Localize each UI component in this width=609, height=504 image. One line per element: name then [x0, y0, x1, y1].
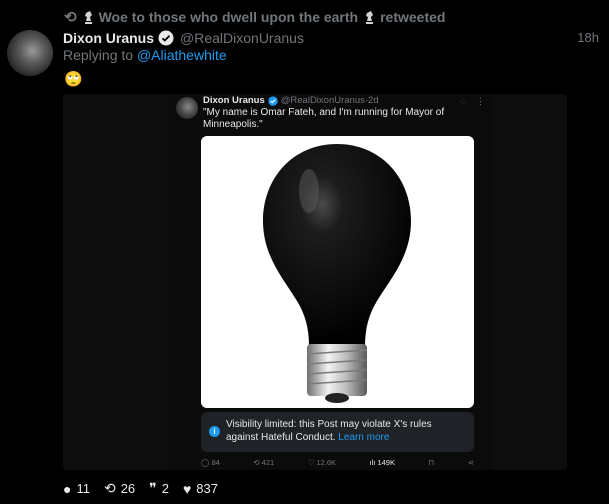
retweet-button[interactable]: ⟲ 26 — [104, 480, 135, 497]
reply-button[interactable]: ● 11 — [63, 481, 90, 497]
quote-button[interactable]: ❞ 2 — [149, 480, 169, 497]
verified-badge-icon — [268, 95, 278, 106]
heart-icon: ♥ — [182, 480, 192, 497]
more-icon: ⋮ — [476, 96, 485, 106]
chess-knight-icon — [366, 11, 374, 24]
quoted-like: ♡ 12.6K — [308, 458, 336, 467]
quoted-display-name: Dixon Uranus — [203, 95, 265, 106]
tweet-body: 🙄 — [64, 71, 83, 88]
retweeted-label: retweeted — [380, 9, 446, 25]
retweet-count: 26 — [120, 481, 136, 496]
avatar — [176, 97, 198, 119]
retweet-banner: ⟲ Woe to those who dwell upon the earth … — [64, 7, 445, 27]
quoted-retweet-count: 421 — [261, 458, 275, 467]
replying-prefix: Replying to — [63, 47, 134, 63]
like-count: 837 — [196, 481, 218, 496]
learn-more-link[interactable]: Learn more — [338, 432, 389, 443]
visibility-text: Visibility limited: this Post may violat… — [226, 419, 432, 443]
quoted-header-icons: ◌ ⋮ — [461, 96, 485, 107]
quoted-retweet: ⟲ 421 — [253, 458, 274, 467]
light-bulb-graphic — [263, 144, 411, 403]
reply-icon: ● — [63, 480, 72, 497]
handle[interactable]: @RealDixonUranus — [180, 30, 304, 46]
quoted-text: "My name is Omar Fateh, and I'm running … — [203, 107, 445, 130]
info-icon: i — [209, 426, 220, 437]
action-bar: ● 11 ⟲ 26 ❞ 2 ♥ 837 — [63, 480, 218, 497]
grok-icon: ◌ — [460, 96, 466, 106]
quoted-like-count: 12.6K — [316, 458, 337, 467]
quoted-views: ılı 149K — [370, 458, 395, 467]
timestamp[interactable]: 18h — [577, 30, 599, 45]
reply-icon: ◯ — [201, 458, 210, 467]
bookmark-icon: ⊓ — [428, 458, 435, 467]
reply-count: 11 — [76, 481, 90, 496]
media-screenshot[interactable]: Dixon Uranus @RealDixonUranus · 2d ◌ ⋮ "… — [63, 94, 567, 470]
visibility-notice: i Visibility limited: this Post may viol… — [201, 412, 474, 452]
retweeter-name[interactable]: Woe to those who dwell upon the earth — [99, 9, 359, 25]
chess-knight-icon — [84, 11, 92, 24]
retweet-icon: ⟲ — [103, 480, 116, 496]
avatar[interactable] — [7, 30, 53, 76]
tweet-header: Dixon Uranus @RealDixonUranus 18h — [63, 28, 599, 48]
quote-icon: ❞ — [149, 480, 157, 496]
verified-badge-icon — [158, 30, 174, 46]
quoted-post: Dixon Uranus @RealDixonUranus · 2d ◌ ⋮ "… — [168, 94, 493, 470]
light-bulb-image — [201, 136, 474, 408]
quoted-handle: @RealDixonUranus — [280, 95, 365, 106]
views-icon: ılı — [369, 458, 376, 467]
heart-icon: ♡ — [307, 458, 315, 467]
retweet-icon: ⟲ — [253, 458, 260, 467]
replying-to: Replying to @Aliathewhite — [63, 47, 227, 63]
display-name[interactable]: Dixon Uranus — [63, 30, 154, 46]
quoted-views-count: 149K — [377, 458, 395, 467]
quoted-reply: ◯ 84 — [201, 458, 220, 467]
share-icon: ⋖ — [467, 458, 474, 467]
quoted-action-bar: ◯ 84 ⟲ 421 ♡ 12.6K ılı 149K ⊓ ⋖ — [201, 458, 474, 467]
mention-link[interactable]: @Aliathewhite — [137, 47, 227, 63]
quoted-reply-count: 84 — [211, 458, 220, 467]
quoted-header: Dixon Uranus @RealDixonUranus · 2d — [203, 95, 379, 106]
retweet-icon: ⟲ — [64, 9, 77, 26]
like-button[interactable]: ♥ 837 — [183, 481, 218, 497]
quoted-timestamp: 2d — [368, 95, 379, 106]
quote-count: 2 — [161, 481, 169, 496]
